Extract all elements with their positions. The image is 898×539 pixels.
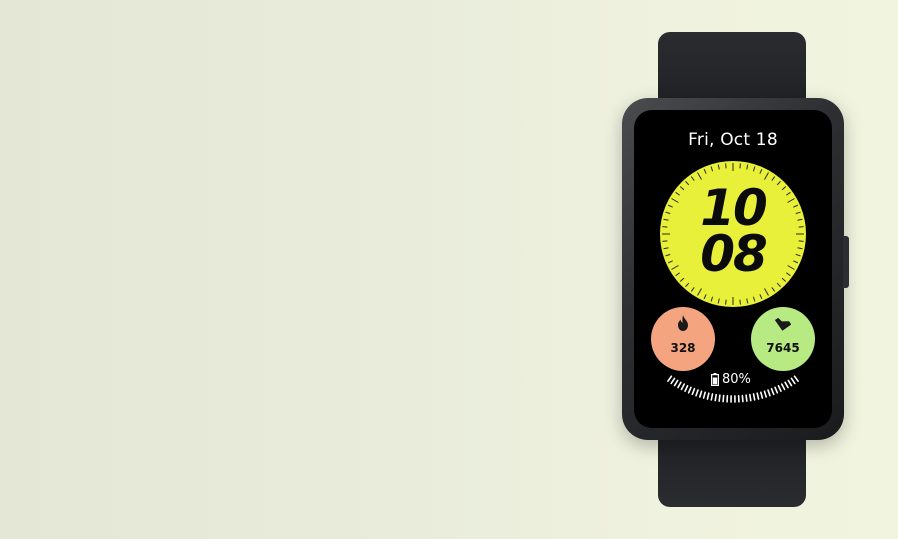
shoe-icon [751, 315, 815, 335]
dial-tick [739, 299, 741, 305]
arc-tick [677, 381, 682, 389]
steps-complication: 7645 [751, 307, 815, 371]
calories-value: 328 [670, 341, 696, 355]
dial-tick [739, 163, 741, 169]
arc-tick [667, 375, 673, 382]
product-photo: Fri, Oct 18 10 08 328 7645 80% [0, 0, 898, 539]
arc-tick [784, 381, 789, 389]
arc-tick [745, 394, 748, 402]
watch-time-minute: 08 [700, 225, 768, 283]
arc-tick [670, 377, 676, 385]
arc-tick [774, 386, 779, 394]
arc-tick [673, 379, 679, 387]
arc-tick [714, 393, 717, 402]
arc-tick [718, 394, 721, 402]
arc-tick [741, 394, 744, 403]
arc-tick [706, 392, 710, 400]
arc-tick [790, 377, 796, 385]
arc-tick [702, 391, 706, 399]
dial-tick [725, 299, 727, 305]
dial-tick [725, 163, 727, 169]
arc-tick [710, 393, 714, 401]
flame-icon [651, 315, 715, 335]
arc-tick [787, 379, 793, 387]
arc-tick [770, 387, 775, 396]
calories-complication: 328 [651, 307, 715, 371]
arc-tick [691, 387, 696, 396]
arc-tick [722, 394, 725, 403]
battery-icon [711, 373, 719, 386]
arc-tick [695, 389, 699, 397]
arc-tick [793, 375, 799, 382]
arc-tick [684, 384, 689, 392]
arc-tick [763, 390, 768, 398]
steps-value: 7645 [766, 341, 800, 355]
arc-tick [687, 386, 692, 394]
battery-indicator: 80% [711, 372, 771, 387]
arc-tick [760, 391, 764, 399]
arc-tick [698, 390, 703, 398]
arc-tick [777, 384, 782, 392]
arc-tick [780, 383, 786, 391]
battery-value: 80% [722, 372, 751, 387]
arc-tick [767, 389, 771, 397]
watch-side-button [843, 236, 849, 288]
watch-date: Fri, Oct 18 [688, 130, 778, 150]
arc-tick [749, 393, 752, 402]
arc-tick [680, 383, 686, 391]
arc-tick [756, 392, 760, 400]
arc-tick [752, 393, 756, 401]
